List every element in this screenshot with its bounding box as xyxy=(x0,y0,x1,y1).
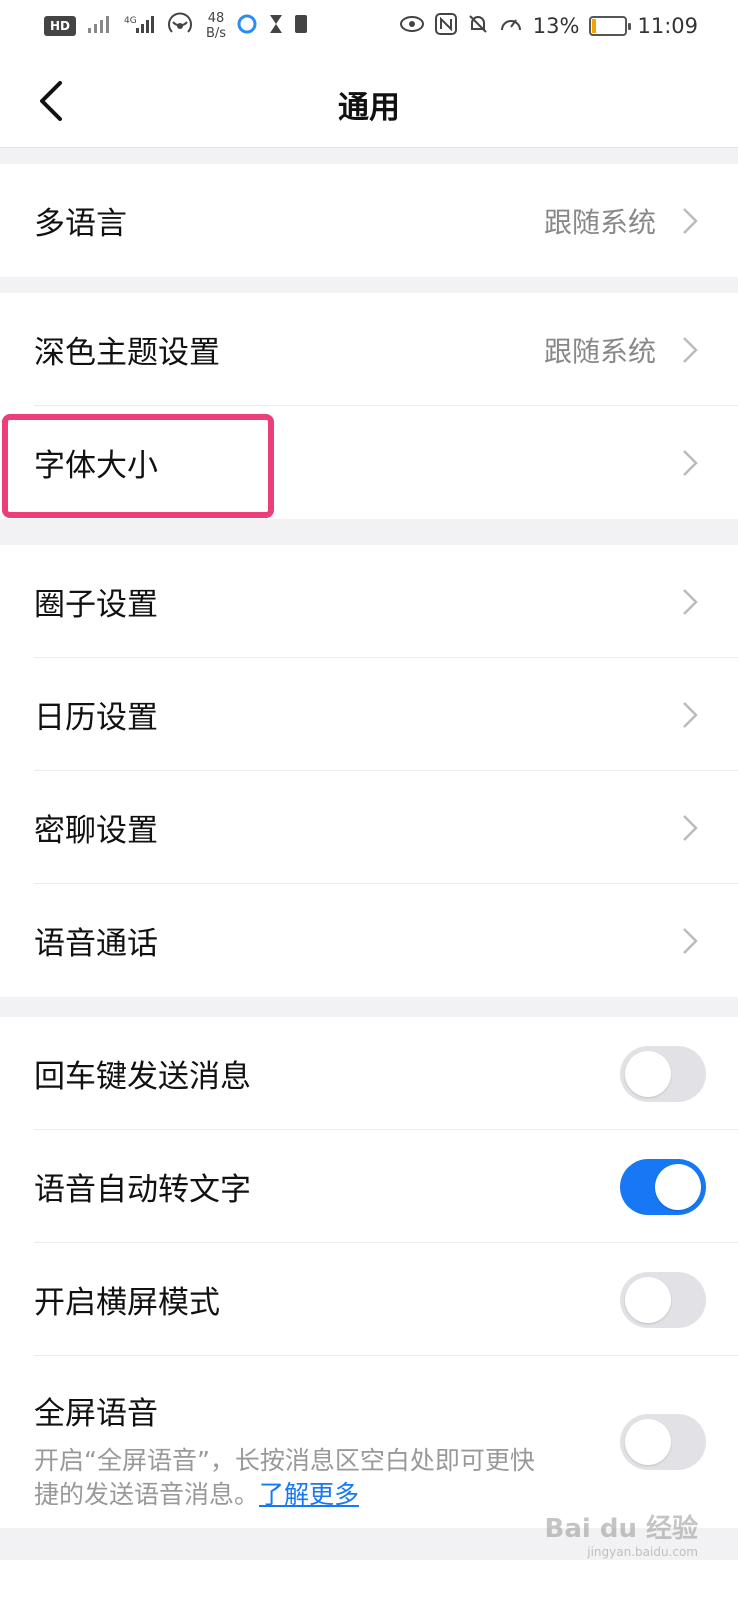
chevron-right-icon xyxy=(683,588,698,615)
toggles-section: 回车键发送消息 语音自动转文字 开启横屏模式 全屏语音 开启“全屏语音”，长按消… xyxy=(0,1017,738,1528)
watermark-brand: Bai du 经验 xyxy=(544,1514,699,1544)
toggle-knob xyxy=(625,1419,671,1465)
chevron-right-icon xyxy=(683,336,698,363)
circle-settings-label: 圈子设置 xyxy=(34,587,158,623)
status-bar-right: 13% 11:09 xyxy=(399,12,698,40)
fullscreen-voice-row: 全屏语音 开启“全屏语音”，长按消息区空白处即可更快捷的发送语音消息。了解更多 xyxy=(0,1356,738,1528)
voice-to-text-toggle[interactable] xyxy=(620,1158,706,1215)
signal-icon xyxy=(86,14,114,39)
status-bar: HD 4G 48 B/s 13% 11:09 xyxy=(0,0,738,52)
hd-badge: HD xyxy=(44,16,76,36)
watermark-url: jingyan.baidu.com xyxy=(587,1545,698,1559)
enter-to-send-toggle[interactable] xyxy=(620,1045,706,1102)
dark-theme-value: 跟随系统 xyxy=(543,334,656,368)
battery-icon xyxy=(589,16,632,36)
toggle-knob xyxy=(625,1276,671,1323)
calendar-settings-label: 日历设置 xyxy=(34,700,158,736)
features-section: 圈子设置 日历设置 密聊设置 语音通话 xyxy=(0,545,738,997)
notification-icon xyxy=(294,13,308,40)
language-row[interactable]: 多语言 跟随系统 xyxy=(0,164,738,277)
calendar-settings-row[interactable]: 日历设置 xyxy=(0,658,738,771)
status-bar-left: HD 4G 48 B/s xyxy=(44,11,308,41)
circle-settings-row[interactable]: 圈子设置 xyxy=(0,545,738,658)
nfc-icon xyxy=(434,12,457,40)
svg-text:4G: 4G xyxy=(124,16,137,26)
browser-icon xyxy=(236,13,258,40)
highlight-box xyxy=(2,414,274,518)
voice-to-text-label: 语音自动转文字 xyxy=(34,1172,251,1208)
speed-gauge-icon xyxy=(499,13,523,40)
chevron-right-icon xyxy=(683,701,698,728)
chevron-right-icon xyxy=(683,814,698,841)
voice-to-text-row: 语音自动转文字 xyxy=(0,1130,738,1243)
navigation-bar: 通用 xyxy=(0,52,738,148)
toggle-knob xyxy=(625,1050,671,1097)
language-section: 多语言 跟随系统 xyxy=(0,164,738,277)
voice-call-label: 语音通话 xyxy=(34,926,158,962)
secret-chat-settings-row[interactable]: 密聊设置 xyxy=(0,771,738,884)
fullscreen-voice-label: 全屏语音 xyxy=(34,1396,158,1432)
language-value: 跟随系统 xyxy=(543,205,656,239)
fullscreen-voice-description: 开启“全屏语音”，长按消息区空白处即可更快捷的发送语音消息。了解更多 xyxy=(34,1444,554,1512)
learn-more-link[interactable]: 了解更多 xyxy=(259,1480,359,1509)
voice-call-row[interactable]: 语音通话 xyxy=(0,884,738,997)
hourglass-icon xyxy=(268,13,284,40)
language-label: 多语言 xyxy=(34,206,127,242)
clock: 11:09 xyxy=(637,14,698,38)
enter-to-send-row: 回车键发送消息 xyxy=(0,1017,738,1130)
page-title: 通用 xyxy=(338,90,400,126)
baidu-watermark: Bai du 经验 jingyan.baidu.com xyxy=(545,1508,699,1559)
fullscreen-voice-toggle[interactable] xyxy=(620,1414,706,1470)
chevron-right-icon xyxy=(683,927,698,954)
battery-percent: 13% xyxy=(532,14,580,38)
chevron-right-icon xyxy=(683,449,698,476)
dark-theme-label: 深色主题设置 xyxy=(34,335,220,371)
enter-to-send-label: 回车键发送消息 xyxy=(34,1059,251,1095)
network-speed: 48 B/s xyxy=(206,11,227,41)
hotspot-icon xyxy=(168,12,196,41)
landscape-mode-toggle[interactable] xyxy=(620,1271,706,1328)
toggle-knob xyxy=(655,1163,701,1210)
mute-bell-icon xyxy=(467,13,489,40)
landscape-mode-row: 开启横屏模式 xyxy=(0,1243,738,1356)
chevron-right-icon xyxy=(683,207,698,234)
dark-theme-row[interactable]: 深色主题设置 跟随系统 xyxy=(0,293,738,406)
landscape-mode-label: 开启横屏模式 xyxy=(34,1285,220,1321)
eye-icon xyxy=(399,14,425,38)
secret-chat-settings-label: 密聊设置 xyxy=(34,813,158,849)
next-section-partial xyxy=(0,1560,738,1600)
signal-4g-icon: 4G xyxy=(124,14,158,39)
